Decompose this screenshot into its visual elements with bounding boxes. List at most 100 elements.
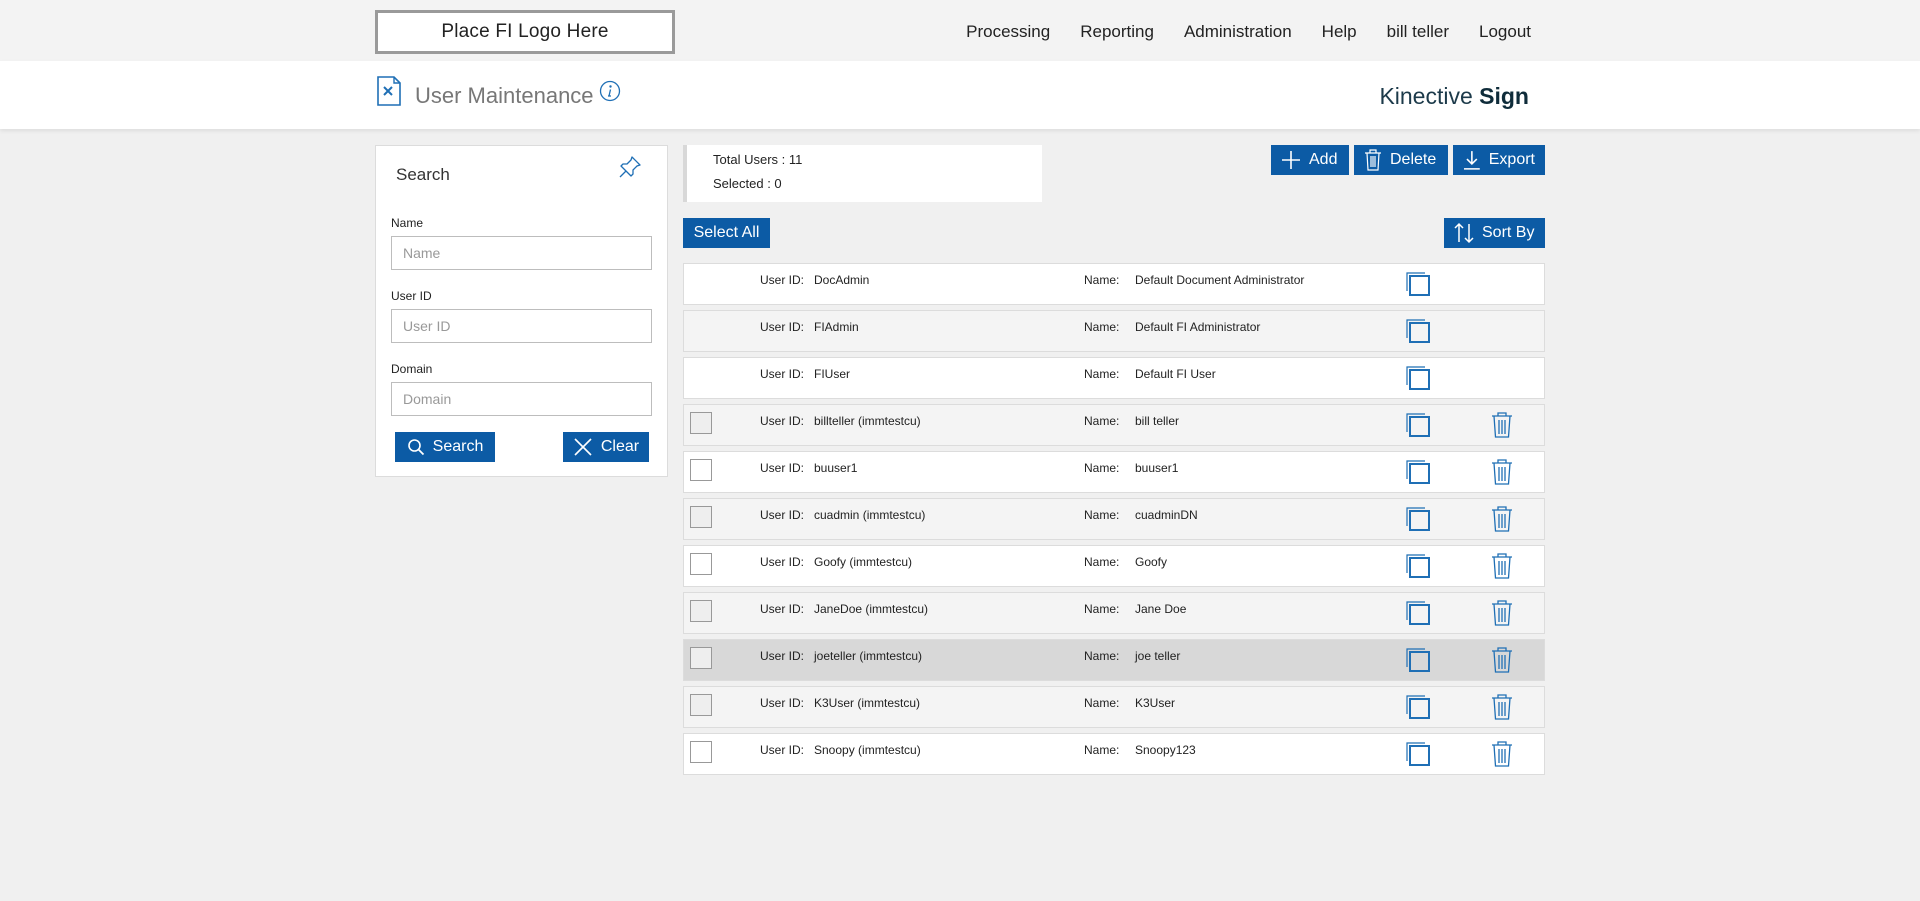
user-document-icon [377,76,401,106]
user-id-label: User ID: [760,649,805,663]
delete-user-icon[interactable] [1490,505,1514,533]
row-checkbox[interactable] [690,694,712,716]
row-checkbox[interactable] [690,647,712,669]
brand-prefix: Kinective [1379,83,1473,109]
copy-user-icon[interactable] [1405,318,1431,344]
user-row[interactable]: User ID: DocAdmin Name: Default Document Ad… [683,263,1545,305]
copy-user-icon[interactable] [1405,647,1431,673]
delete-user-icon[interactable] [1490,411,1514,439]
nav-administration[interactable]: Administration [1184,22,1292,42]
row-checkbox[interactable] [690,412,712,434]
sort-by-button[interactable]: Sort By [1444,218,1545,248]
user-row[interactable]: User ID: FIAdmin Name: Default FI Administr… [683,310,1545,352]
export-button[interactable]: Export [1453,145,1545,175]
copy-user-icon[interactable] [1405,553,1431,579]
user-id-value: K3User (immtestcu) [814,696,921,710]
nav-help[interactable]: Help [1322,22,1357,42]
copy-user-icon[interactable] [1405,600,1431,626]
delete-users-button[interactable]: Delete [1354,145,1448,175]
clear-button[interactable]: Clear [563,432,649,462]
name-value: Goofy [1135,555,1168,569]
row-checkbox[interactable] [690,506,712,528]
user-row[interactable]: User ID: FIUser Name: Default FI User [683,357,1545,399]
user-row[interactable]: User ID: joeteller (immtestcu) Name: joe te… [683,639,1545,681]
user-row[interactable]: User ID: buuser1 Name: buuser1 [683,451,1545,493]
delete-user-icon[interactable] [1490,693,1514,721]
user-row[interactable]: User ID: billteller (immtestcu) Name: bill … [683,404,1545,446]
user-id-label: User ID: [760,508,805,522]
download-icon [1463,151,1480,170]
delete-user-icon[interactable] [1490,599,1514,627]
user-id-value: DocAdmin [814,273,870,287]
nav-reporting[interactable]: Reporting [1080,22,1154,42]
copy-user-icon[interactable] [1405,741,1431,767]
pin-icon[interactable] [617,154,643,180]
trash-icon [1365,149,1381,171]
name-label: Name: [1084,508,1120,522]
name-label: Name: [1084,414,1120,428]
select-all-button[interactable]: Select All [683,218,770,248]
user-row[interactable]: User ID: K3User (immtestcu) Name: K3User [683,686,1545,728]
top-nav-bar: Place FI Logo Here Processing Reporting … [0,0,1920,61]
user-row[interactable]: User ID: Goofy (immtestcu) Name: Goofy [683,545,1545,587]
name-value: cuadminDN [1135,508,1198,522]
name-value: buuser1 [1135,461,1179,475]
user-id-value: JaneDoe (immtestcu) [814,602,929,616]
close-icon [574,438,592,456]
delete-user-icon[interactable] [1490,646,1514,674]
search-button[interactable]: Search [395,432,495,462]
row-checkbox[interactable] [690,459,712,481]
user-id-value: buuser1 [814,461,858,475]
fi-logo-placeholder[interactable]: Place FI Logo Here [375,10,675,54]
sort-icon [1454,222,1474,244]
copy-user-icon[interactable] [1405,459,1431,485]
nav-logout[interactable]: Logout [1479,22,1531,42]
name-input[interactable] [391,236,652,270]
user-id-input[interactable] [391,309,652,343]
add-button-label: Add [1309,151,1338,168]
name-label: Name: [1084,555,1120,569]
user-id-label: User ID: [760,696,805,710]
user-id-label: User ID: [760,320,805,334]
add-user-button[interactable]: Add [1271,145,1349,175]
row-checkbox[interactable] [690,600,712,622]
brand-logo: Kinective Sign [1379,83,1529,110]
row-checkbox[interactable] [690,741,712,763]
total-users-count: Total Users : 11 [713,152,803,167]
user-row[interactable]: User ID: cuadmin (immtestcu) Name: cuadminD… [683,498,1545,540]
page-title: User Maintenance [415,83,594,108]
delete-user-icon[interactable] [1490,458,1514,486]
domain-input[interactable] [391,382,652,416]
nav-processing[interactable]: Processing [966,22,1050,42]
name-value: bill teller [1135,414,1180,428]
copy-user-icon[interactable] [1405,412,1431,438]
export-button-label: Export [1488,151,1535,168]
search-icon [407,439,424,456]
name-label: Name: [1084,461,1120,475]
name-label: Name [391,216,424,230]
search-panel: Search Name User ID Domain Search Clear [375,145,668,477]
user-row[interactable]: User ID: JaneDoe (immtestcu) Name: Jane Doe [683,592,1545,634]
row-checkbox[interactable] [690,553,712,575]
nav-user-name[interactable]: bill teller [1387,22,1449,42]
name-value: Snoopy123 [1135,743,1196,757]
sort-by-label: Sort By [1482,224,1535,241]
clear-button-label: Clear [600,438,640,455]
copy-user-icon[interactable] [1405,694,1431,720]
user-row[interactable]: User ID: Snoopy (immtestcu) Name: Snoopy123 [683,733,1545,775]
copy-user-icon[interactable] [1405,365,1431,391]
copy-user-icon[interactable] [1405,271,1431,297]
user-id-label: User ID: [760,367,805,381]
name-label: Name: [1084,367,1120,381]
delete-user-icon[interactable] [1490,552,1514,580]
delete-user-icon[interactable] [1490,740,1514,768]
name-value: Default FI User [1135,367,1216,381]
select-all-label: Select All [693,224,760,241]
user-id-value: Goofy (immtestcu) [814,555,913,569]
user-id-value: FIUser [814,367,850,381]
name-label: Name: [1084,743,1120,757]
info-icon[interactable] [599,80,621,102]
page-title-bar: User Maintenance Kinective Sign [0,61,1920,129]
search-button-label: Search [432,438,484,455]
copy-user-icon[interactable] [1405,506,1431,532]
